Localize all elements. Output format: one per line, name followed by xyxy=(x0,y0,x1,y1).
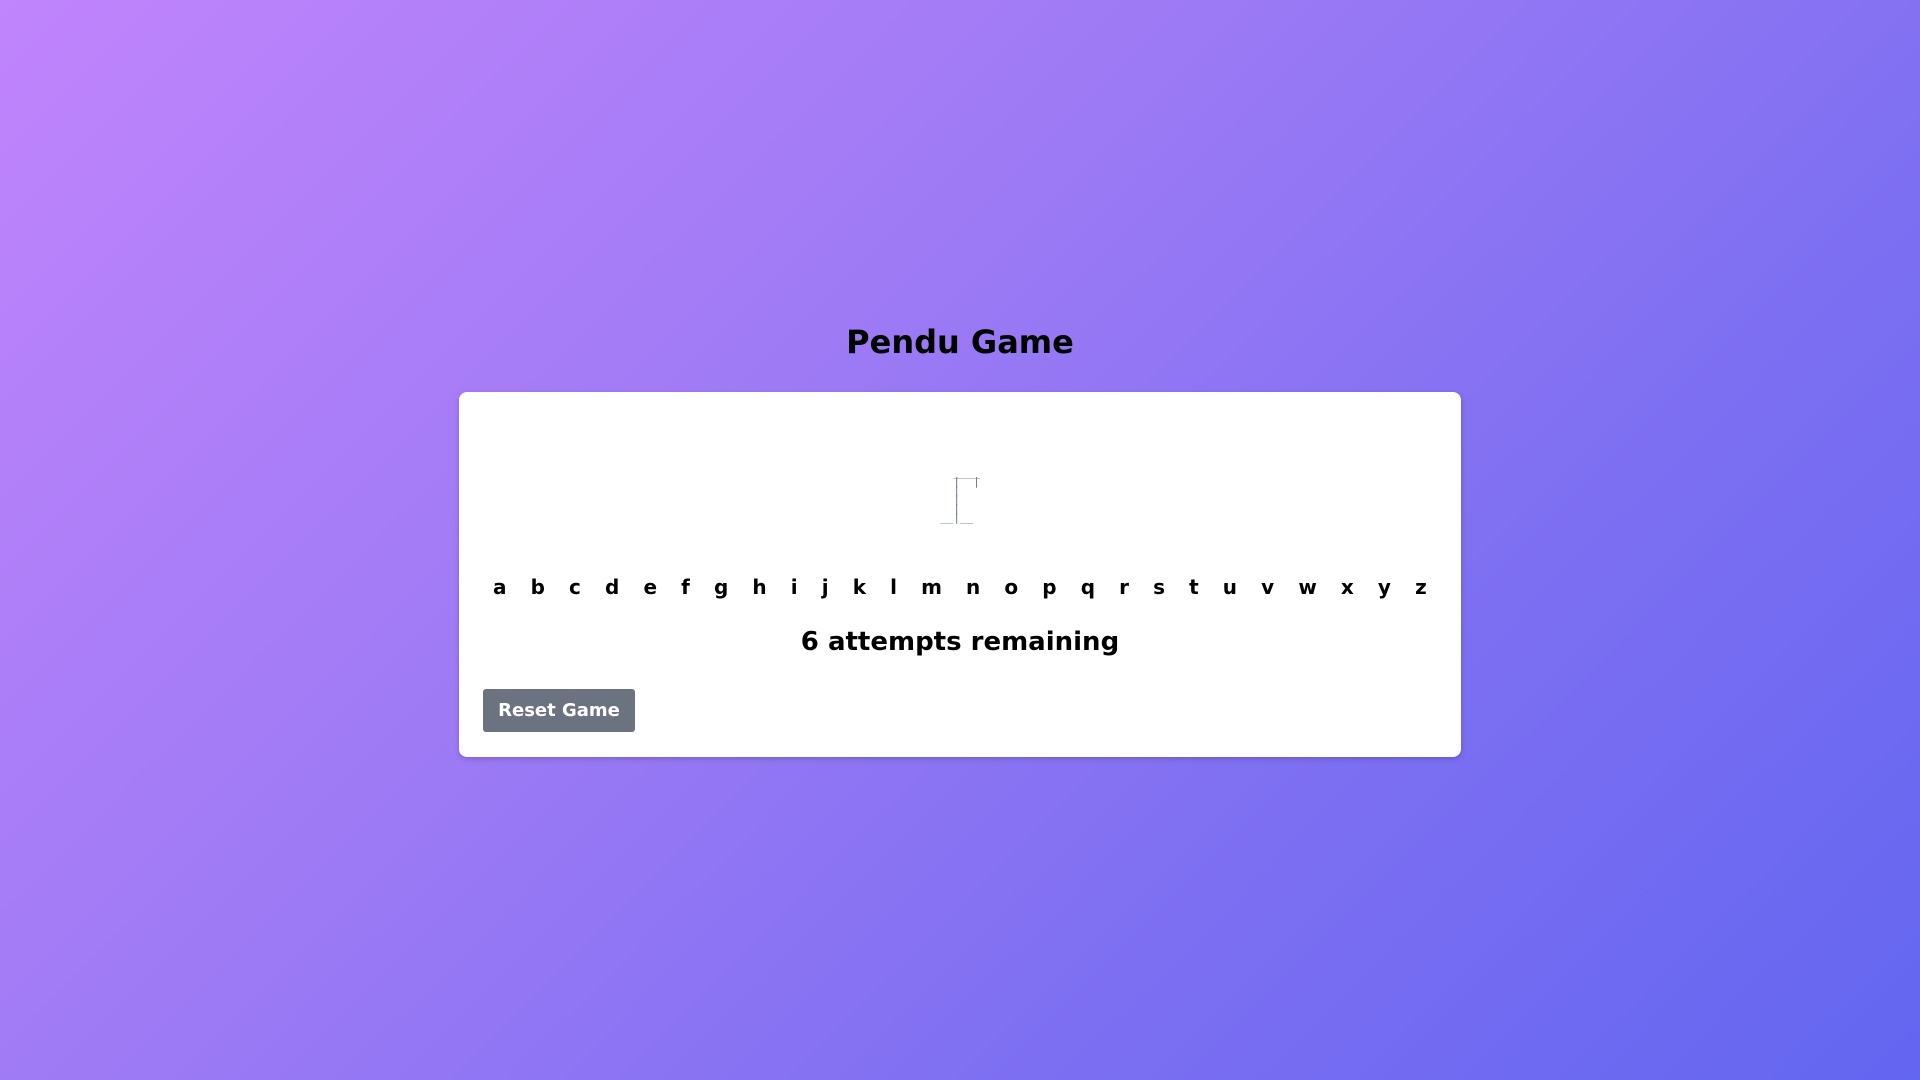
letter-p[interactable]: p xyxy=(1036,575,1062,599)
letter-i[interactable]: i xyxy=(785,575,804,599)
letter-t[interactable]: t xyxy=(1183,575,1205,599)
letter-w[interactable]: w xyxy=(1292,575,1322,599)
letter-c[interactable]: c xyxy=(563,575,587,599)
letter-s[interactable]: s xyxy=(1147,575,1171,599)
letter-z[interactable]: z xyxy=(1409,575,1433,599)
letter-u[interactable]: u xyxy=(1217,575,1243,599)
letter-r[interactable]: r xyxy=(1113,575,1135,599)
letter-y[interactable]: y xyxy=(1372,575,1397,599)
letter-l[interactable]: l xyxy=(884,575,903,599)
letter-b[interactable]: b xyxy=(525,575,551,599)
letter-o[interactable]: o xyxy=(998,575,1024,599)
letter-m[interactable]: m xyxy=(915,575,948,599)
letter-x[interactable]: x xyxy=(1335,575,1360,599)
letter-v[interactable]: v xyxy=(1255,575,1280,599)
letter-e[interactable]: e xyxy=(637,575,663,599)
letter-keyboard: abcdefghijklmnopqrstuvwxyz xyxy=(487,575,1433,599)
gallows-drawing: ____ | | | | | __|__ xyxy=(459,466,1461,525)
letter-f[interactable]: f xyxy=(675,575,696,599)
letter-n[interactable]: n xyxy=(960,575,986,599)
letter-k[interactable]: k xyxy=(847,575,872,599)
letter-g[interactable]: g xyxy=(708,575,734,599)
letter-d[interactable]: d xyxy=(599,575,625,599)
game-card: ____ | | | | | __|__ abcdefghijklmnopqrs… xyxy=(459,392,1461,757)
letter-a[interactable]: a xyxy=(487,575,513,599)
hangman-ascii-art: ____ | | | | | __|__ xyxy=(940,466,980,524)
reset-game-button[interactable]: Reset Game xyxy=(483,689,635,732)
letter-j[interactable]: j xyxy=(816,575,835,599)
page-title: Pendu Game xyxy=(846,323,1074,361)
letter-q[interactable]: q xyxy=(1075,575,1101,599)
attempts-remaining: 6 attempts remaining xyxy=(800,627,1120,657)
letter-h[interactable]: h xyxy=(746,575,772,599)
